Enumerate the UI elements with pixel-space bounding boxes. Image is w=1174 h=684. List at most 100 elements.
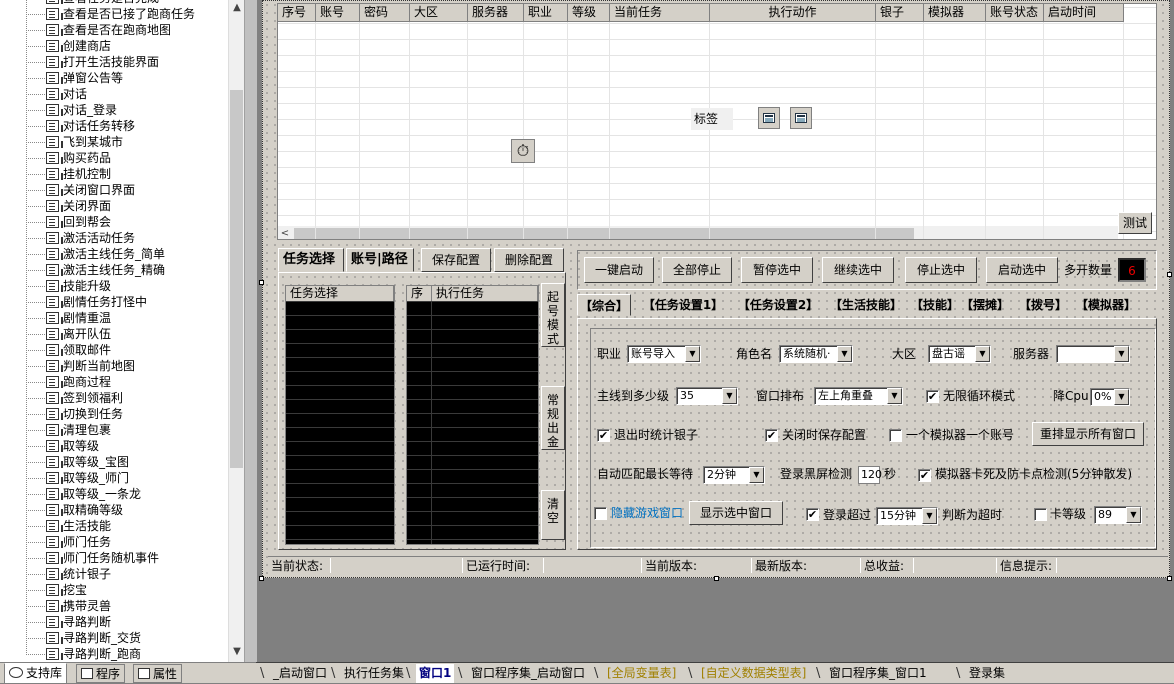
resize-handle-bottom-left[interactable] <box>259 576 264 581</box>
save-config-button[interactable]: 保存配置 <box>421 248 491 272</box>
black-screen-input[interactable]: 120 <box>858 466 882 484</box>
grid-column-header[interactable]: 职业 <box>524 4 568 22</box>
start-selected-button[interactable]: 启动选中 <box>986 257 1058 283</box>
role-name-select[interactable]: 系统随机· ▼ <box>779 345 853 363</box>
chevron-down-icon[interactable]: ▼ <box>749 467 764 483</box>
login-over-select[interactable]: 15分钟 ▼ <box>876 507 938 525</box>
emulator-check-checkbox[interactable]: ✔ <box>918 469 931 482</box>
grid-column-header[interactable]: 执行动作 <box>710 4 876 22</box>
document-tab[interactable]: 登录集 <box>966 664 1008 683</box>
task-select-list[interactable]: 任务选择 <box>285 285 395 545</box>
resize-handle-left[interactable] <box>259 280 264 285</box>
grid-column-header[interactable]: 服务器 <box>468 4 524 22</box>
grid-column-header[interactable]: 大区 <box>410 4 468 22</box>
delete-config-button[interactable]: 删除配置 <box>494 248 564 272</box>
start-mode-button[interactable]: 起号模式 <box>541 283 565 347</box>
hide-game-window-checkbox[interactable] <box>594 507 607 520</box>
infinite-loop-checkbox[interactable]: ✔ <box>926 390 939 403</box>
tab-support-library[interactable]: 支持库 <box>4 663 68 684</box>
function-icon <box>46 568 63 580</box>
exit-stat-silver-checkbox[interactable]: ✔ <box>597 429 610 442</box>
test-button[interactable]: 测试 <box>1118 212 1152 234</box>
resize-handle-right[interactable] <box>1167 272 1172 277</box>
chevron-down-icon[interactable]: ▼ <box>1114 346 1129 362</box>
document-tab[interactable]: 窗口程序集_窗口1 <box>826 664 930 683</box>
splitter[interactable] <box>245 0 257 662</box>
chevron-down-icon[interactable]: ▼ <box>685 346 700 362</box>
server-select[interactable]: ▼ <box>1056 345 1130 363</box>
scroll-left-icon[interactable]: < <box>278 226 292 239</box>
tree-scroll-thumb[interactable] <box>230 90 243 468</box>
window-layout-select[interactable]: 左上角重叠 ▼ <box>814 387 903 405</box>
tree-item[interactable]: 寻路判断_跑商 <box>0 638 228 662</box>
grid-column-header[interactable]: 序号 <box>278 4 316 22</box>
document-tab[interactable]: [自定义数据类型表] <box>698 664 809 683</box>
settings-tab[interactable]: 【拨号】 <box>1017 294 1069 316</box>
card-level-select[interactable]: 89 ▼ <box>1094 506 1142 524</box>
tab-properties[interactable]: 属性 <box>133 664 183 683</box>
document-tab[interactable]: _启动窗口 <box>270 664 330 683</box>
resize-handle-bottom-right[interactable] <box>1167 576 1172 581</box>
settings-tab[interactable]: 【任务设置2】 <box>733 294 823 316</box>
continue-selected-button[interactable]: 继续选中 <box>822 257 894 283</box>
card-level-checkbox[interactable] <box>1034 508 1047 521</box>
grid-column-header[interactable]: 模拟器 <box>924 4 986 22</box>
tree-item-label: 激活活动任务 <box>63 231 136 245</box>
scroll-down-icon[interactable]: ▼ <box>229 644 244 660</box>
grid-column-header[interactable]: 账号状态 <box>986 4 1044 22</box>
close-save-config-checkbox[interactable]: ✔ <box>765 429 778 442</box>
calendar-control-icon-2[interactable] <box>790 107 812 129</box>
show-selected-window-button[interactable]: 显示选中窗口 <box>689 501 783 525</box>
auto-wait-select[interactable]: 2分钟 ▼ <box>703 466 765 484</box>
hide-game-window-label[interactable]: 隐藏游戏窗口 <box>611 505 683 521</box>
cpu-select[interactable]: 0% ▼ <box>1090 388 1130 406</box>
region-select[interactable]: 盘古谣 ▼ <box>928 345 991 363</box>
grid-column-header[interactable]: 密码 <box>360 4 410 22</box>
grid-column-header[interactable]: 启动时间 <box>1044 4 1124 22</box>
grid-column-header[interactable]: 账号 <box>316 4 360 22</box>
grid-column-header[interactable]: 银子 <box>876 4 924 22</box>
chevron-down-icon[interactable]: ▼ <box>722 388 737 404</box>
resize-handle-bottom[interactable] <box>714 576 719 581</box>
settings-tab[interactable]: 【模拟器】 <box>1073 294 1139 316</box>
chevron-down-icon[interactable]: ▼ <box>887 388 902 404</box>
mainline-level-select[interactable]: 35 ▼ <box>676 387 738 405</box>
stop-selected-button[interactable]: 停止选中 <box>905 257 977 283</box>
exec-task-list[interactable]: 序 执行任务 <box>406 285 539 545</box>
one-key-start-button[interactable]: 一键启动 <box>584 257 654 283</box>
chevron-down-icon[interactable]: ▼ <box>837 346 852 362</box>
document-tab[interactable]: 执行任务集 <box>341 664 407 683</box>
tab-program[interactable]: 程序 <box>76 664 126 683</box>
document-tab[interactable]: 窗口1 <box>416 664 455 683</box>
settings-tab[interactable]: 【摆摊】 <box>959 294 1011 316</box>
pause-selected-button[interactable]: 暂停选中 <box>741 257 813 283</box>
timer-icon[interactable]: ⏱ <box>511 139 535 163</box>
chevron-down-icon[interactable]: ▼ <box>975 346 990 362</box>
document-tab[interactable]: 窗口程序集_启动窗口 <box>468 664 588 683</box>
chevron-down-icon[interactable]: ▼ <box>922 508 937 524</box>
tree-scrollbar[interactable]: ▲ ▼ <box>228 0 244 662</box>
chevron-down-icon[interactable]: ▼ <box>1126 507 1141 523</box>
rearrange-windows-button[interactable]: 重排显示所有窗口 <box>1032 422 1144 446</box>
normal-gold-button[interactable]: 常规出金 <box>541 386 565 450</box>
one-emulator-one-account-checkbox[interactable] <box>889 429 902 442</box>
tab-account-path[interactable]: 账号|路径 <box>346 248 414 272</box>
calendar-control-icon[interactable] <box>758 107 780 129</box>
settings-tab[interactable]: 【综合】 <box>577 294 631 316</box>
settings-tab[interactable]: 【技能】 <box>911 294 959 316</box>
tab-task-select[interactable]: 任务选择 <box>278 248 344 272</box>
chevron-down-icon[interactable]: ▼ <box>1114 389 1129 405</box>
job-select[interactable]: 账号导入 ▼ <box>627 345 701 363</box>
multi-count-display[interactable]: 6 <box>1118 258 1146 282</box>
grid-horizontal-scrollbar[interactable]: < <box>278 226 1118 239</box>
grid-column-header[interactable]: 当前任务 <box>610 4 710 22</box>
stop-all-button[interactable]: 全部停止 <box>662 257 732 283</box>
grid-scroll-thumb[interactable] <box>294 228 914 239</box>
scroll-up-icon[interactable]: ▲ <box>229 0 244 16</box>
grid-column-header[interactable]: 等级 <box>568 4 610 22</box>
clear-button[interactable]: 清空 <box>541 490 565 540</box>
document-tab[interactable]: [全局变量表] <box>604 664 679 683</box>
settings-tab[interactable]: 【生活技能】 <box>823 294 909 316</box>
settings-tab[interactable]: 【任务设置1】 <box>635 294 731 316</box>
login-timeout-checkbox[interactable]: ✔ <box>806 508 819 521</box>
